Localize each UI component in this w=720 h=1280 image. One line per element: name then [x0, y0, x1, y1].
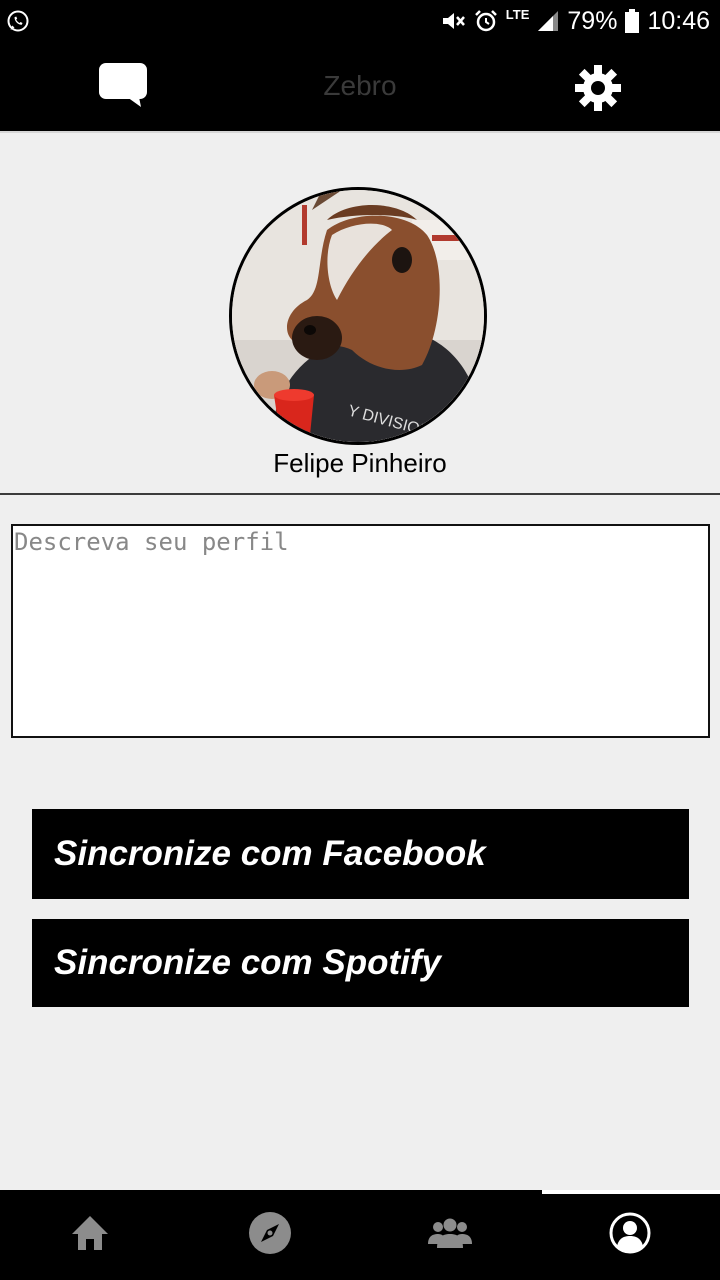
mute-icon: [440, 9, 466, 33]
nav-profile[interactable]: [540, 1190, 720, 1280]
avatar[interactable]: Y DIVISION: [229, 187, 487, 445]
sync-facebook-button[interactable]: Sincronize com Facebook: [32, 809, 689, 899]
home-icon: [70, 1214, 110, 1257]
whatsapp-icon: [6, 9, 30, 33]
profile-icon: [609, 1212, 651, 1259]
divider: [0, 493, 720, 495]
status-bar: LTE 79% 10:46: [0, 0, 720, 42]
alarm-icon: [474, 9, 498, 33]
battery-icon: [625, 9, 640, 33]
nav-home[interactable]: [0, 1190, 180, 1280]
signal-icon: [537, 10, 559, 32]
network-type-icon: LTE: [505, 7, 530, 22]
nav-explore[interactable]: [180, 1190, 360, 1280]
bottom-nav: [0, 1190, 720, 1280]
people-icon: [428, 1218, 472, 1253]
app-bar: Zebro: [0, 42, 720, 133]
nav-people[interactable]: [360, 1190, 540, 1280]
sync-spotify-button[interactable]: Sincronize com Spotify: [32, 919, 689, 1007]
battery-percent: 79%: [567, 6, 618, 35]
profile-description-input[interactable]: [11, 524, 710, 738]
profile-name: Felipe Pinheiro: [273, 448, 447, 478]
gear-icon[interactable]: [572, 62, 624, 114]
clock-time: 10:46: [647, 6, 710, 35]
compass-icon: [248, 1211, 292, 1260]
